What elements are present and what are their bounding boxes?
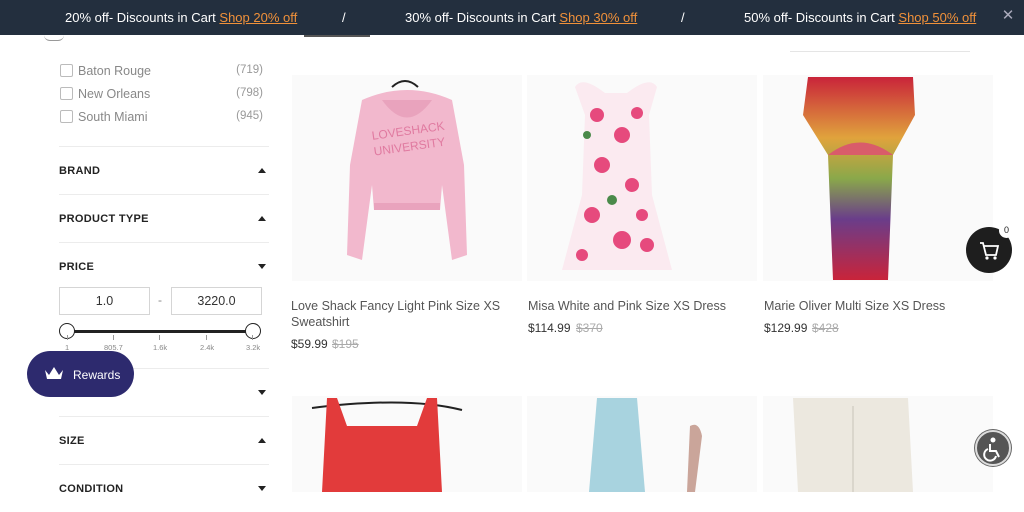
shop-30-link[interactable]: Shop 30% off bbox=[559, 10, 637, 25]
product-image-red-top[interactable] bbox=[292, 396, 522, 492]
product-original-price: $428 bbox=[812, 321, 839, 335]
rewards-button[interactable]: Rewards bbox=[27, 351, 134, 397]
product-name[interactable]: Marie Oliver Multi Size XS Dress bbox=[764, 298, 984, 314]
price-slider-track[interactable] bbox=[67, 330, 253, 333]
accessibility-button[interactable] bbox=[975, 430, 1011, 466]
accessibility-icon bbox=[983, 437, 1000, 462]
facet-title: SIZE bbox=[59, 435, 85, 447]
product-name[interactable]: Love Shack Fancy Light Pink Size XS Swea… bbox=[291, 298, 511, 330]
promo-separator: / bbox=[342, 10, 346, 25]
slider-tick-label: 2.4k bbox=[200, 343, 215, 352]
product-name[interactable]: Misa White and Pink Size XS Dress bbox=[528, 298, 748, 314]
facet-brand[interactable]: BRAND bbox=[59, 146, 269, 194]
product-price: $59.99 bbox=[291, 337, 328, 351]
price-max-input[interactable]: 3220.0 bbox=[171, 287, 262, 315]
caret-down-icon bbox=[258, 390, 266, 395]
location-label: South Miami bbox=[78, 110, 148, 124]
promo-text: 20% off- Discounts in Cart bbox=[65, 10, 216, 25]
checkbox[interactable] bbox=[60, 64, 73, 77]
promo-message-30: 30% off- Discounts in Cart Shop 30% off bbox=[405, 10, 637, 25]
location-count: (798) bbox=[236, 87, 263, 99]
promo-text: 30% off- Discounts in Cart bbox=[405, 10, 556, 25]
location-label: New Orleans bbox=[78, 87, 151, 101]
facet-title: PRODUCT TYPE bbox=[59, 213, 149, 225]
facet-condition[interactable]: CONDITION bbox=[59, 464, 269, 512]
product-original-price: $195 bbox=[332, 337, 359, 351]
slider-tick-label: 3.2k bbox=[246, 343, 261, 352]
facet-title: CONDITION bbox=[59, 483, 124, 495]
product-price: $114.99 bbox=[528, 321, 571, 335]
promo-separator: / bbox=[681, 10, 685, 25]
slider-tick bbox=[159, 335, 160, 340]
caret-down-icon bbox=[258, 264, 266, 269]
slider-tick-label: 1.6k bbox=[153, 343, 168, 352]
cart-count-badge: 0 bbox=[999, 223, 1014, 238]
location-count: (719) bbox=[236, 64, 263, 76]
slider-tick bbox=[113, 335, 114, 340]
active-nav-underline bbox=[304, 35, 370, 37]
rewards-label: Rewards bbox=[73, 368, 121, 382]
price-dash: - bbox=[158, 293, 162, 307]
product-price: $129.99 bbox=[764, 321, 808, 335]
facet-title: BRAND bbox=[59, 165, 101, 177]
slider-tick bbox=[67, 335, 68, 340]
product-image-multi-dress[interactable] bbox=[763, 75, 993, 281]
caret-up-icon bbox=[258, 438, 266, 443]
location-label: Baton Rouge bbox=[78, 64, 151, 78]
caret-down-icon bbox=[258, 486, 266, 491]
facet-product-type[interactable]: PRODUCT TYPE bbox=[59, 194, 269, 242]
product-image-floral-dress[interactable] bbox=[527, 75, 757, 281]
location-filter-new-orleans[interactable]: New Orleans (798) bbox=[59, 86, 269, 104]
promo-message-50: 50% off- Discounts in Cart Shop 50% off bbox=[744, 10, 976, 25]
location-count: (945) bbox=[236, 110, 263, 122]
checkbox[interactable] bbox=[60, 87, 73, 100]
search-underline bbox=[790, 51, 970, 52]
facet-price[interactable]: PRICE bbox=[59, 242, 269, 290]
price-min-input[interactable]: 1.0 bbox=[59, 287, 150, 315]
facet-title: PRICE bbox=[59, 261, 95, 273]
caret-up-icon bbox=[258, 168, 266, 173]
promo-bar: 20% off- Discounts in Cart Shop 20% off … bbox=[0, 0, 1024, 35]
product-image-white-pants[interactable] bbox=[763, 396, 993, 492]
crown-icon bbox=[45, 367, 63, 379]
promo-message-20: 20% off- Discounts in Cart Shop 20% off bbox=[65, 10, 297, 25]
slider-tick bbox=[206, 335, 207, 340]
location-filter-baton-rouge[interactable]: Baton Rouge (719) bbox=[59, 63, 269, 81]
header-remnant bbox=[0, 35, 1024, 53]
shop-50-link[interactable]: Shop 50% off bbox=[898, 10, 976, 25]
caret-up-icon bbox=[258, 216, 266, 221]
checkbox[interactable] bbox=[60, 110, 73, 123]
close-icon[interactable]: ✕ bbox=[1000, 8, 1016, 24]
product-original-price: $370 bbox=[576, 321, 603, 335]
product-image-blue-dress[interactable] bbox=[527, 396, 757, 492]
logo[interactable] bbox=[44, 35, 64, 41]
facet-size[interactable]: SIZE bbox=[59, 416, 269, 464]
location-filter-south-miami[interactable]: South Miami (945) bbox=[59, 109, 269, 127]
cart-button[interactable]: 0 bbox=[966, 223, 1014, 273]
promo-text: 50% off- Discounts in Cart bbox=[744, 10, 895, 25]
product-image-sweatshirt[interactable]: LOVESHACK UNIVERSITY bbox=[292, 75, 522, 281]
price-slider-max-handle[interactable] bbox=[245, 323, 261, 339]
slider-tick bbox=[252, 335, 253, 340]
shop-20-link[interactable]: Shop 20% off bbox=[219, 10, 297, 25]
